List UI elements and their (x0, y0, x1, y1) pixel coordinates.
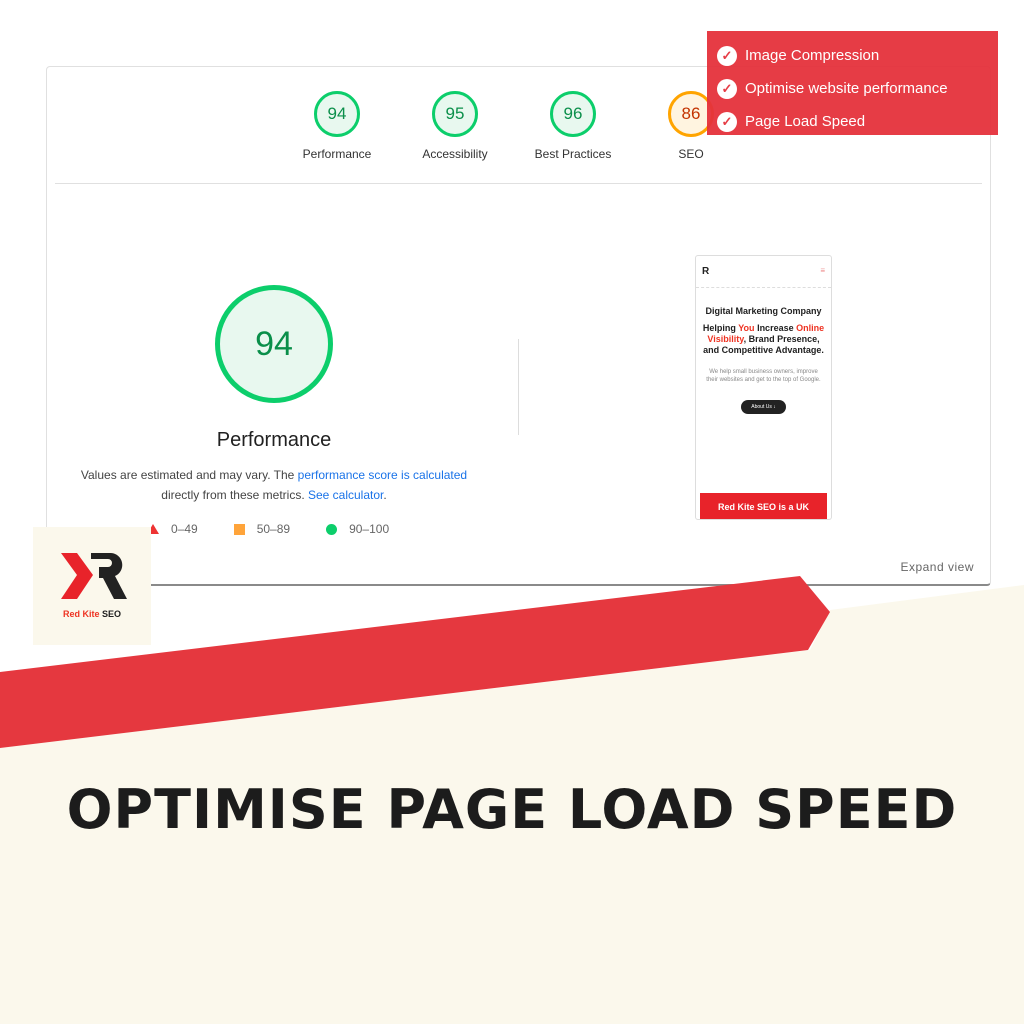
check-icon: ✓ (717, 45, 737, 66)
check-icon: ✓ (717, 111, 737, 132)
lighthouse-report-card: 94 Performance 95 Accessibility 96 Best Pra… (46, 66, 991, 586)
divider (55, 183, 982, 184)
square-icon (233, 523, 245, 535)
gauge-best-practices[interactable]: 96 Best Practices (533, 91, 613, 161)
menu-icon: ≡ (820, 266, 825, 275)
score-legend: 0–49 50–89 90–100 (147, 522, 389, 536)
preview-logo: R (702, 266, 710, 277)
logo-mark (61, 553, 127, 599)
expand-view-button[interactable]: Expand view (900, 560, 974, 574)
gauge-accessibility[interactable]: 95 Accessibility (415, 91, 495, 161)
red-kite-seo-logo: Red Kite SEO (33, 527, 151, 645)
performance-gauge-large: 94 (215, 285, 333, 403)
check-icon: ✓ (717, 78, 737, 99)
circle-icon (326, 523, 338, 535)
gauge-performance[interactable]: 94 Performance (297, 91, 377, 161)
feature-checklist: ✓ Image Compression ✓ Optimise website per… (707, 31, 998, 135)
checklist-item: ✓ Optimise website performance (717, 72, 988, 105)
vertical-divider (518, 339, 519, 435)
score-calculated-link[interactable]: performance score is calculated (298, 468, 467, 482)
page-screenshot-preview: R ≡ Digital Marketing Company Helping You… (695, 255, 832, 520)
performance-label: Performance (216, 429, 332, 451)
score-description: Values are estimated and may vary. The p… (80, 468, 468, 502)
score-gauges: 94 Performance 95 Accessibility 96 Best Pra… (297, 91, 731, 161)
checklist-item: ✓ Image Compression (717, 39, 988, 72)
headline: OPTIMISE PAGE LOAD SPEED (66, 778, 958, 841)
see-calculator-link[interactable]: See calculator (308, 488, 383, 502)
about-us-button: About Us ↓ (741, 400, 786, 414)
checklist-item: ✓ Page Load Speed (717, 105, 988, 138)
